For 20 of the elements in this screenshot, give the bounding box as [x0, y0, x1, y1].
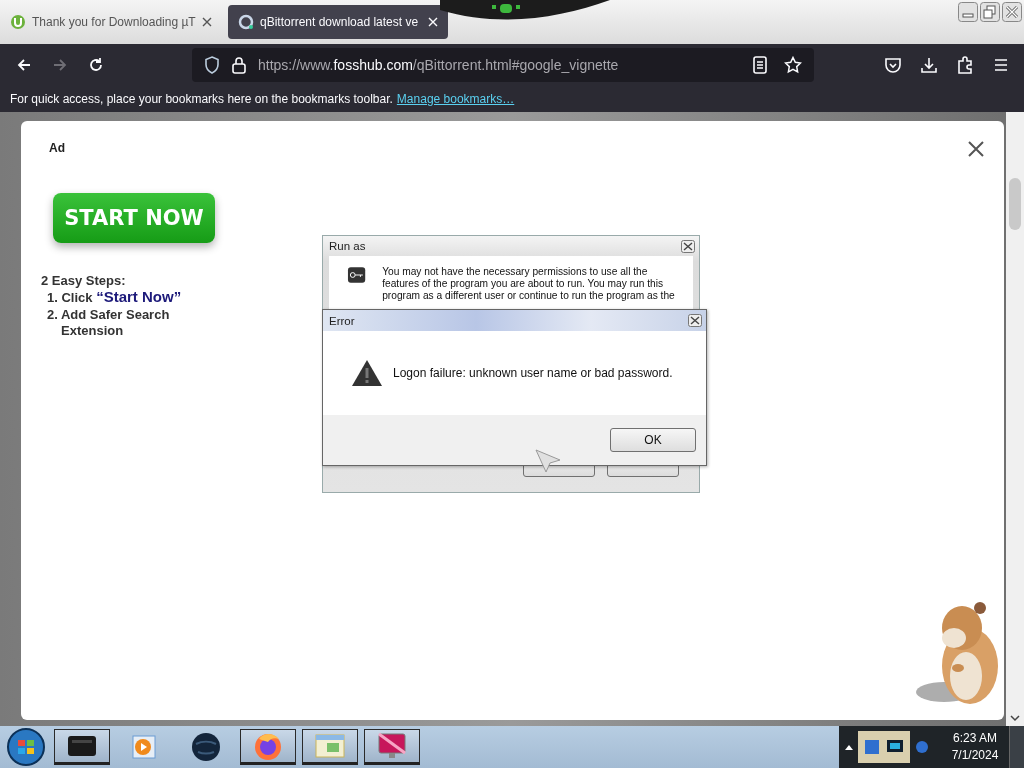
- bookmarks-hint: For quick access, place your bookmarks here on the bookmarks toolbar.: [10, 92, 393, 106]
- ok-button[interactable]: OK: [610, 428, 696, 452]
- clock[interactable]: 6:23 AM 7/1/2024: [941, 726, 1009, 768]
- dialog-title: Error: [329, 314, 355, 327]
- address-bar[interactable]: https://www.fosshub.com/qBittorrent.html#google_vignette: [192, 48, 814, 82]
- browser-tab[interactable]: qBittorrent download latest ve: [228, 5, 448, 39]
- error-message: Logon failure: unknown user name or bad password.: [393, 366, 673, 380]
- tab-title: Thank you for Downloading µT: [32, 15, 196, 29]
- clock-date: 7/1/2024: [951, 747, 999, 764]
- ad-label: Ad: [49, 141, 65, 155]
- browser-tab[interactable]: Thank you for Downloading µT: [0, 5, 222, 39]
- steps-heading: 2 Easy Steps:: [41, 273, 126, 288]
- step-text: 1. Click “Start Now”: [46, 289, 183, 306]
- manage-bookmarks-link[interactable]: Manage bookmarks…: [396, 92, 515, 106]
- step-text: 2. Add Safer Search Extension: [46, 307, 171, 339]
- dialog-message: You may not have the necessary permissions to use all the features of the program you are about to run. You may run this program as a different user or continue to run the program as the: [382, 266, 676, 302]
- tab-title: qBittorrent download latest ve: [260, 15, 420, 29]
- clock-time: 6:23 AM: [953, 730, 997, 747]
- dialog-title: Run as: [329, 240, 366, 252]
- url-text: https://www.fosshub.com/qBittorrent.html#google_vignette: [258, 57, 619, 73]
